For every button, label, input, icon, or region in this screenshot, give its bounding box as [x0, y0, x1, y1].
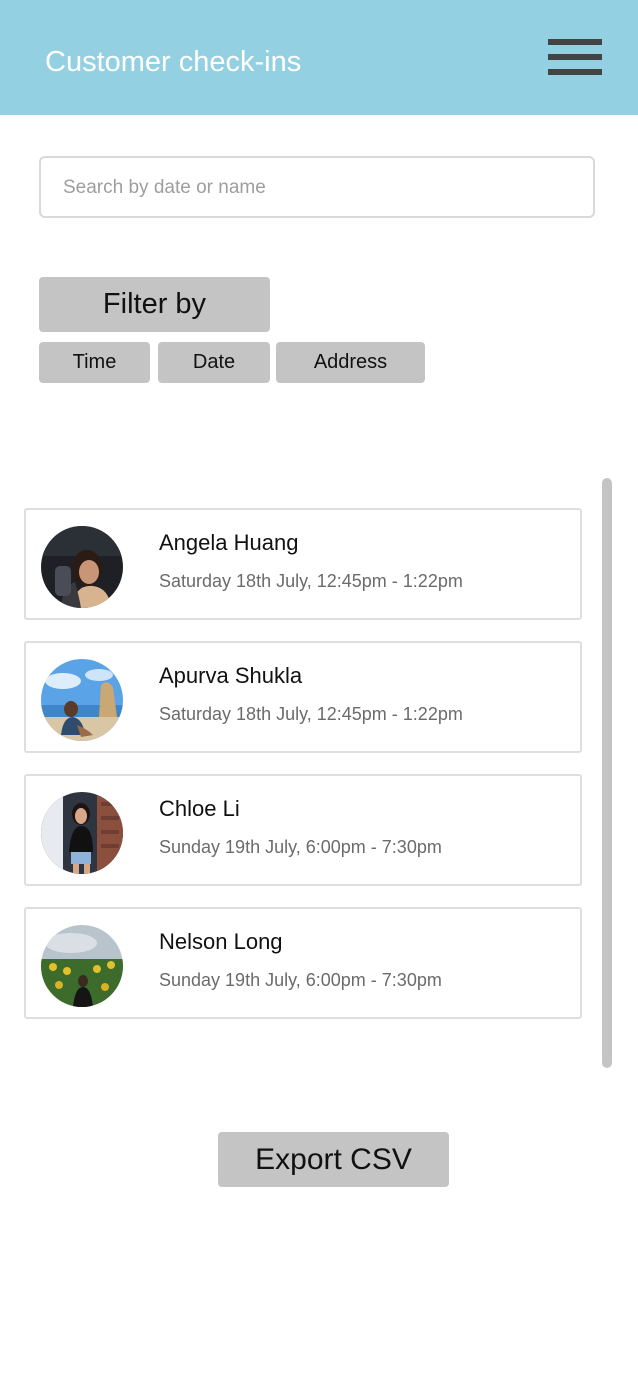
checkin-time: Sunday 19th July, 6:00pm - 7:30pm [159, 837, 442, 857]
checkin-time: Saturday 18th July, 12:45pm - 1:22pm [159, 571, 463, 591]
export-csv-button[interactable]: Export CSV [218, 1132, 449, 1187]
avatar [41, 659, 123, 741]
checkin-card[interactable]: Angela Huang Saturday 18th July, 12:45pm… [24, 508, 582, 620]
menu-bar [548, 69, 602, 75]
customer-name: Chloe Li [159, 796, 240, 821]
checkin-time: Saturday 18th July, 12:45pm - 1:22pm [159, 704, 463, 724]
checkin-time: Sunday 19th July, 6:00pm - 7:30pm [159, 970, 442, 990]
customer-name: Angela Huang [159, 530, 299, 555]
avatar [41, 792, 123, 874]
filter-by-button[interactable]: Filter by [39, 277, 270, 332]
checkin-card[interactable]: Nelson Long Sunday 19th July, 6:00pm - 7… [24, 907, 582, 1019]
checkins-page: Customer check-ins Filter by Time Date A… [0, 0, 638, 1386]
avatar [41, 526, 123, 608]
filter-date-button[interactable]: Date [158, 342, 270, 383]
menu-bar [548, 54, 602, 60]
filter-time-button[interactable]: Time [39, 342, 150, 383]
hamburger-menu-icon[interactable] [546, 37, 604, 77]
search-box[interactable] [39, 156, 595, 218]
customer-name: Nelson Long [159, 929, 283, 954]
avatar [41, 925, 123, 1007]
app-header: Customer check-ins [0, 0, 638, 115]
filter-address-button[interactable]: Address [276, 342, 425, 383]
checkin-card[interactable]: Chloe Li Sunday 19th July, 6:00pm - 7:30… [24, 774, 582, 886]
search-input[interactable] [63, 172, 563, 204]
customer-name: Apurva Shukla [159, 663, 303, 688]
checkin-card[interactable]: Apurva Shukla Saturday 18th July, 12:45p… [24, 641, 582, 753]
menu-bar [548, 39, 602, 45]
page-title: Customer check-ins [45, 46, 302, 78]
list-scrollbar[interactable] [602, 478, 612, 1068]
